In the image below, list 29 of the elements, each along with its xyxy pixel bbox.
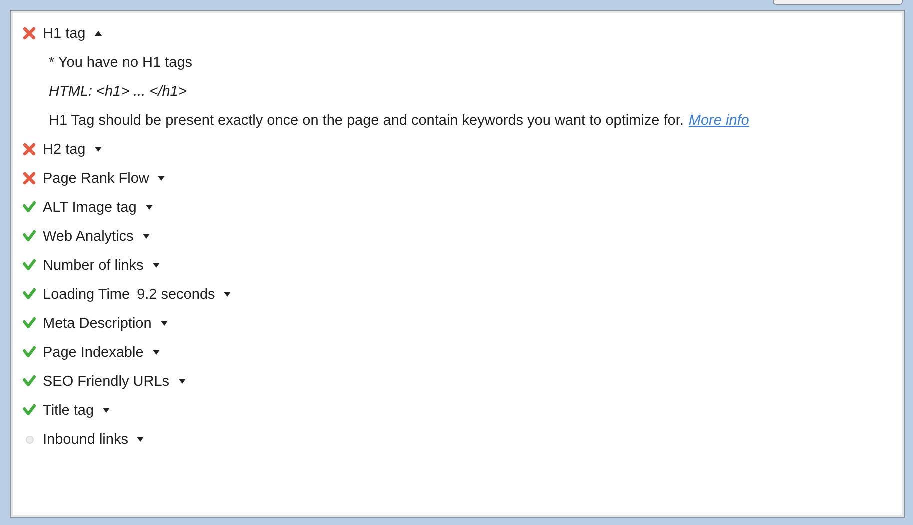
check-title[interactable]: Loading Time [43,286,130,302]
check-title[interactable]: Meta Description [43,316,152,332]
collapse-caret-icon[interactable] [94,31,102,36]
check-note: * You have no H1 tags [49,54,193,70]
check-title[interactable]: Page Indexable [43,344,144,360]
check-title[interactable]: Web Analytics [43,228,134,244]
html-example: HTML: <h1> ... </h1> [49,84,187,100]
expand-caret-icon[interactable] [224,292,232,297]
check-title[interactable]: SEO Friendly URLs [43,374,170,390]
expand-caret-icon[interactable] [137,437,144,442]
expand-caret-icon[interactable] [160,321,168,326]
check-title[interactable]: Page Rank Flow [43,170,150,186]
check-title[interactable]: H2 tag [43,142,86,158]
expand-caret-icon[interactable] [142,234,150,239]
expand-caret-icon[interactable] [152,263,160,268]
more-info-link[interactable]: More info [688,112,750,128]
expand-caret-icon[interactable] [103,408,110,413]
check-title[interactable]: Number of links [43,258,144,274]
check-title[interactable]: H1 tag [43,26,86,42]
expand-caret-icon[interactable] [178,379,186,384]
check-title[interactable]: Inbound links [43,432,128,448]
check-value: 9.2 seconds [137,286,216,302]
check-description: H1 Tag should be present exactly once on the page and contain keywords you want to optimize for. [49,112,684,128]
expand-caret-icon[interactable] [146,205,153,210]
check-title[interactable]: Title tag [43,402,94,418]
expand-caret-icon[interactable] [152,350,160,355]
expand-caret-icon[interactable] [158,176,166,181]
check-title[interactable]: ALT Image tag [43,200,137,216]
expand-caret-icon[interactable] [94,147,102,152]
